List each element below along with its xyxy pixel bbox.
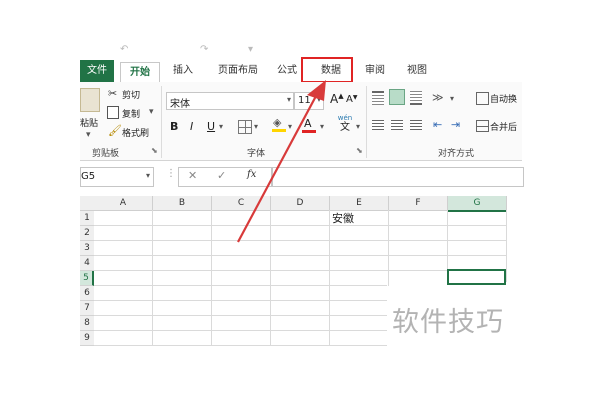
annotation-arrow — [237, 80, 326, 243]
